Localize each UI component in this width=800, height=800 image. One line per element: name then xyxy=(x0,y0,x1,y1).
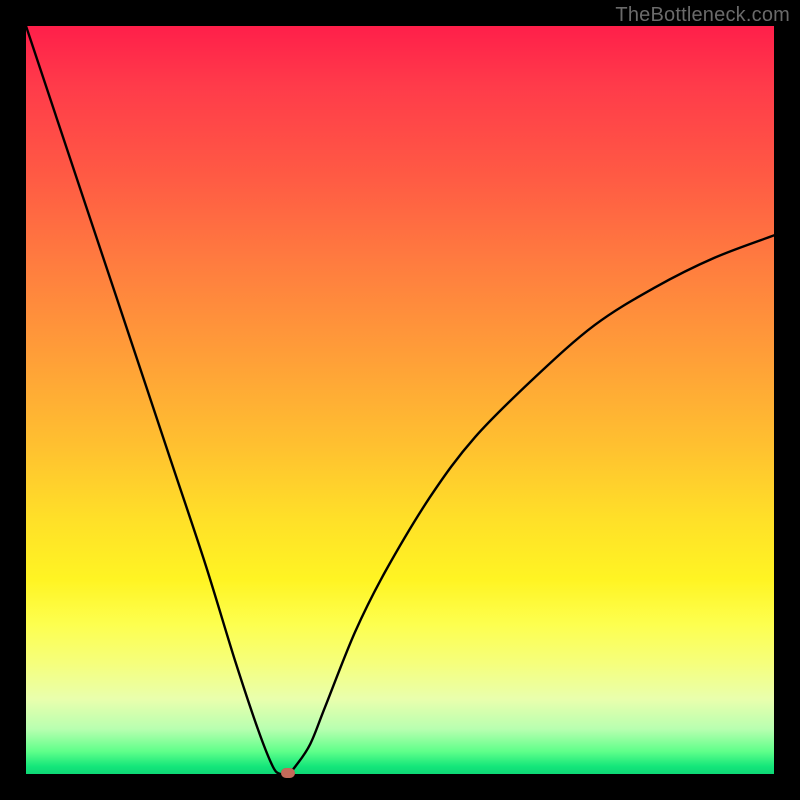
chart-frame: TheBottleneck.com xyxy=(0,0,800,800)
bottleneck-curve xyxy=(26,26,774,774)
curve-path xyxy=(26,26,774,775)
optimal-point-marker xyxy=(281,768,295,778)
watermark-text: TheBottleneck.com xyxy=(615,4,790,27)
plot-area xyxy=(26,26,774,774)
